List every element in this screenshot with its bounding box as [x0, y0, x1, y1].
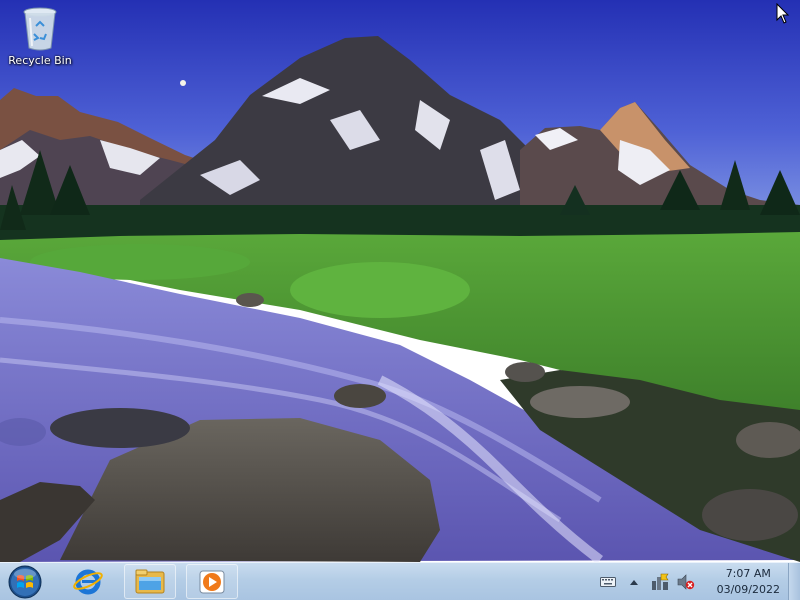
taskbar-pinned-internet-explorer[interactable] [62, 564, 114, 599]
desktop-wallpaper [0, 0, 800, 562]
file-explorer-icon [135, 569, 165, 593]
keyboard-icon[interactable] [598, 572, 618, 592]
mouse-cursor-icon [776, 3, 790, 24]
system-tray: 7:07 AM 03/09/2022 [595, 563, 786, 600]
clock-time: 7:07 AM [725, 567, 771, 580]
desktop[interactable]: Recycle Bin 7:07 AM 03/09/2022 [0, 0, 800, 600]
start-button[interactable] [4, 564, 46, 600]
internet-explorer-icon [73, 569, 103, 594]
taskbar-pinned-file-explorer[interactable] [124, 564, 176, 599]
show-desktop-button[interactable] [788, 563, 800, 600]
clock-date: 03/09/2022 [716, 583, 780, 596]
show-hidden-icons-chevron[interactable] [624, 572, 644, 592]
taskbar: 7:07 AM 03/09/2022 [0, 562, 800, 600]
action-center-flag-icon[interactable] [650, 572, 670, 592]
recycle-bin-label: Recycle Bin [8, 54, 72, 67]
recycle-bin-desktop-icon[interactable]: Recycle Bin [4, 6, 76, 67]
recycle-bin-icon [23, 7, 57, 51]
volume-muted-icon[interactable] [676, 572, 696, 592]
taskbar-pinned-media-player[interactable] [186, 564, 238, 599]
taskbar-clock[interactable]: 7:07 AM 03/09/2022 [717, 566, 780, 598]
windows-start-icon [8, 565, 42, 599]
media-player-icon [199, 570, 225, 593]
